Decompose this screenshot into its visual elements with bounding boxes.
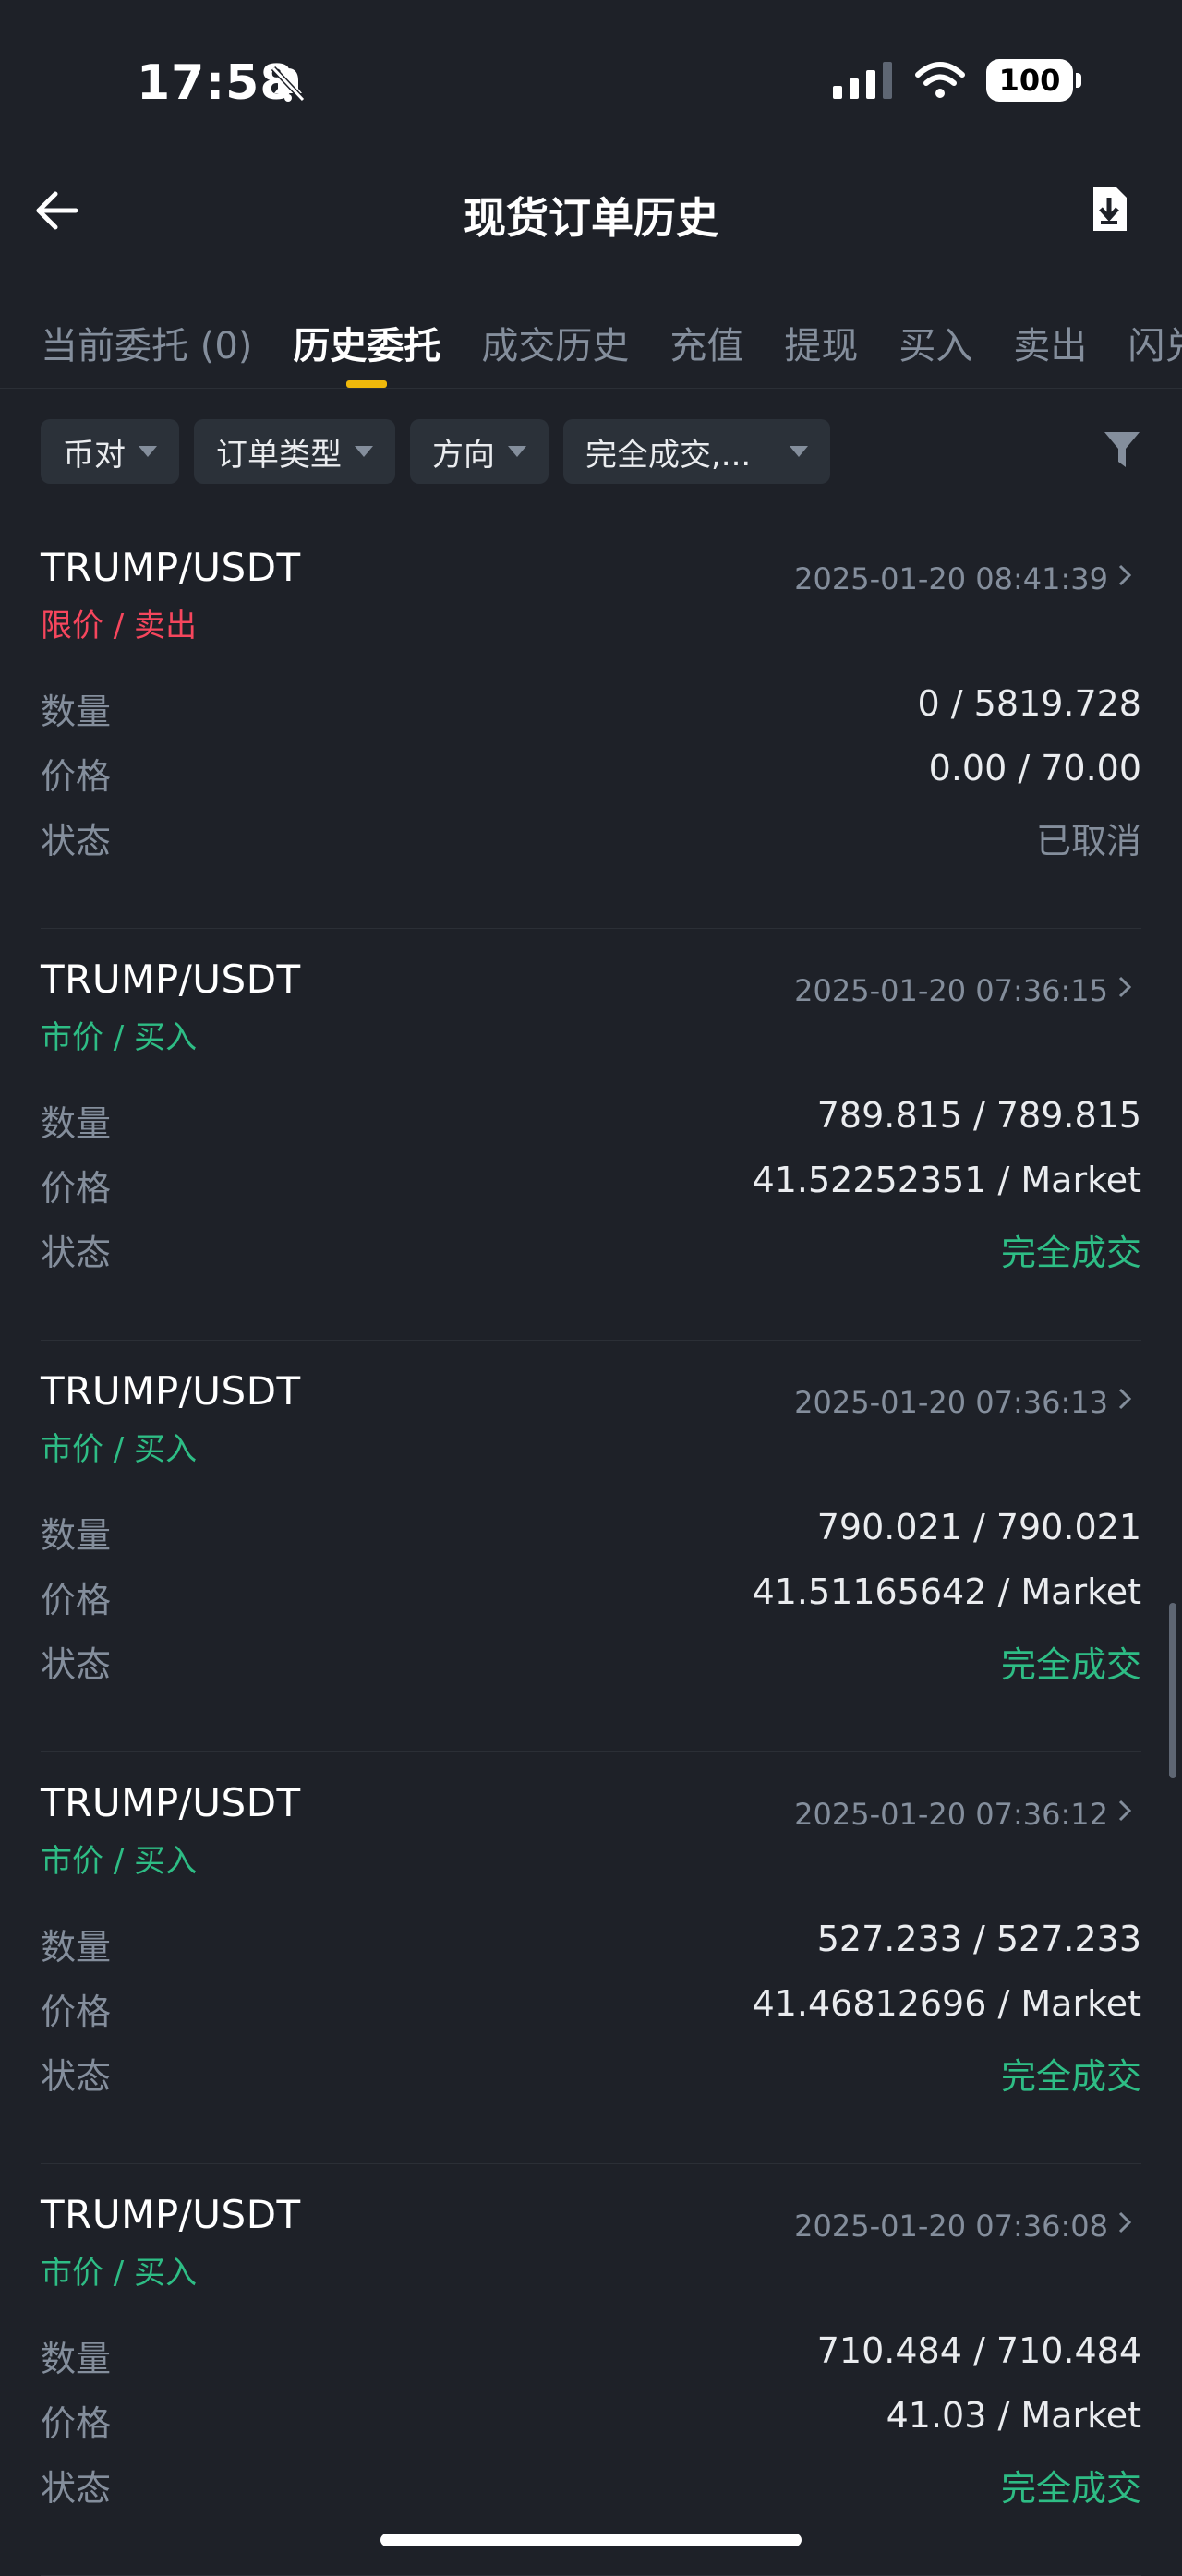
- price-label: 价格: [41, 1992, 112, 2032]
- price-label: 价格: [41, 2403, 112, 2444]
- order-pair: TRUMP/USDT: [41, 1368, 301, 1414]
- page-title: 现货订单历史: [464, 193, 718, 243]
- order-pair: TRUMP/USDT: [41, 957, 301, 1002]
- order-pair: TRUMP/USDT: [41, 2192, 301, 2237]
- quantity-value: 0 / 5819.728: [917, 683, 1141, 724]
- order-type: 市价 / 买入: [41, 2255, 198, 2292]
- price-label: 价格: [41, 1580, 112, 1620]
- price-value: 41.52252351 / Market: [752, 1160, 1141, 1200]
- price-label: 价格: [41, 756, 112, 797]
- tab-sell[interactable]: 卖出: [1013, 305, 1087, 388]
- filter-label: 方向: [432, 436, 495, 474]
- status-value: 完全成交: [1000, 2468, 1141, 2509]
- tab-convert[interactable]: 闪兑: [1128, 305, 1182, 388]
- quantity-label: 数量: [41, 692, 112, 732]
- status-value: 完全成交: [1000, 1233, 1141, 1273]
- filter-bar: 币对 订单类型 方向 完全成交,...: [41, 419, 831, 484]
- order-type: 市价 / 买入: [41, 1843, 198, 1880]
- caret-down-icon: [355, 446, 373, 457]
- order-datetime: 2025-01-20 07:36:13: [794, 1385, 1108, 1420]
- battery-indicator: 100: [986, 59, 1081, 102]
- price-label: 价格: [41, 1168, 112, 1209]
- price-value: 41.51165642 / Market: [752, 1571, 1141, 1612]
- filter-side-dropdown[interactable]: 方向: [410, 419, 549, 484]
- status-label: 状态: [41, 1644, 112, 1685]
- caret-down-icon: [508, 446, 526, 457]
- wifi-icon: [915, 62, 965, 98]
- chevron-right-icon: [1118, 1388, 1132, 1410]
- quantity-value: 527.233 / 527.233: [816, 1919, 1141, 1959]
- filter-label: 完全成交,...: [585, 436, 752, 474]
- bell-muted-icon: [271, 66, 306, 102]
- scrollbar[interactable]: [1169, 1603, 1176, 1778]
- quantity-value: 790.021 / 790.021: [816, 1507, 1141, 1547]
- tab-withdraw[interactable]: 提现: [784, 305, 858, 388]
- quantity-label: 数量: [41, 1103, 112, 1144]
- cellular-signal-icon: [833, 62, 892, 99]
- filter-order-type-dropdown[interactable]: 订单类型: [194, 419, 395, 484]
- tab-order-history[interactable]: 历史委托: [293, 305, 440, 388]
- price-value: 41.03 / Market: [886, 2395, 1141, 2436]
- status-label: 状态: [41, 1233, 112, 1273]
- order-pair: TRUMP/USDT: [41, 545, 301, 590]
- status-value: 完全成交: [1000, 2056, 1141, 2097]
- tab-trade-history[interactable]: 成交历史: [481, 305, 629, 388]
- order-type: 市价 / 买入: [41, 1431, 198, 1468]
- quantity-label: 数量: [41, 2339, 112, 2379]
- order-datetime: 2025-01-20 07:36:15: [794, 973, 1108, 1008]
- chevron-right-icon: [1118, 2211, 1132, 2233]
- tab-buy[interactable]: 买入: [899, 305, 972, 388]
- order-datetime: 2025-01-20 08:41:39: [794, 561, 1108, 596]
- chevron-right-icon: [1118, 564, 1132, 586]
- price-value: 41.46812696 / Market: [752, 1983, 1141, 2024]
- filter-pair-dropdown[interactable]: 币对: [41, 419, 179, 484]
- order-datetime: 2025-01-20 07:36:12: [794, 1797, 1108, 1832]
- order-type: 市价 / 买入: [41, 1019, 198, 1056]
- order-type: 限价 / 卖出: [41, 608, 198, 644]
- quantity-label: 数量: [41, 1515, 112, 1556]
- quantity-value: 710.484 / 710.484: [816, 2330, 1141, 2371]
- status-label: 状态: [41, 2468, 112, 2509]
- nav-header: 现货订单历史: [0, 166, 1182, 259]
- filter-label: 币对: [63, 436, 126, 474]
- filter-label: 订单类型: [216, 436, 342, 474]
- download-file-icon[interactable]: [1090, 185, 1128, 233]
- order-card[interactable]: TRUMP/USDT 市价 / 买入 2025-01-20 07:36:12 数…: [41, 1752, 1141, 2164]
- status-value: 完全成交: [1000, 1644, 1141, 1685]
- order-card[interactable]: TRUMP/USDT 市价 / 买入 2025-01-20 07:36:08 数…: [41, 2164, 1141, 2576]
- quantity-value: 789.815 / 789.815: [816, 1095, 1141, 1136]
- order-list: TRUMP/USDT 限价 / 卖出 2025-01-20 08:41:39 数…: [41, 517, 1141, 2576]
- status-bar: 17:58 100: [0, 0, 1182, 166]
- price-value: 0.00 / 70.00: [928, 748, 1141, 788]
- caret-down-icon: [790, 446, 809, 457]
- order-datetime: 2025-01-20 07:36:08: [794, 2209, 1108, 2244]
- order-card[interactable]: TRUMP/USDT 市价 / 买入 2025-01-20 07:36:15 数…: [41, 929, 1141, 1341]
- order-card[interactable]: TRUMP/USDT 市价 / 买入 2025-01-20 07:36:13 数…: [41, 1341, 1141, 1752]
- filter-funnel-icon[interactable]: [1103, 430, 1141, 471]
- order-card[interactable]: TRUMP/USDT 限价 / 卖出 2025-01-20 08:41:39 数…: [41, 517, 1141, 929]
- quantity-label: 数量: [41, 1927, 112, 1968]
- chevron-right-icon: [1118, 976, 1132, 998]
- tab-bar: 当前委托 (0) 历史委托 成交历史 充值 提现 买入 卖出 闪兑: [0, 305, 1182, 389]
- tab-deposit[interactable]: 充值: [669, 305, 743, 388]
- home-indicator[interactable]: [380, 2534, 802, 2546]
- filter-status-dropdown[interactable]: 完全成交,...: [563, 419, 831, 484]
- chevron-right-icon: [1118, 1800, 1132, 1822]
- tab-current-orders[interactable]: 当前委托 (0): [41, 305, 252, 388]
- status-value: 已取消: [1035, 821, 1141, 861]
- status-label: 状态: [41, 821, 112, 861]
- status-label: 状态: [41, 2056, 112, 2097]
- order-pair: TRUMP/USDT: [41, 1780, 301, 1825]
- caret-down-icon: [139, 446, 157, 457]
